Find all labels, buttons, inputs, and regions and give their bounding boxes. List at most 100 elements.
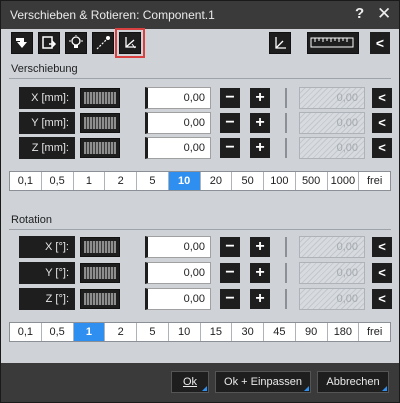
translation-row-z: Z [mm]: 0,00 − + 0,00 < bbox=[1, 137, 399, 159]
translation-row-y: Y [mm]: 0,00 − + 0,00 < bbox=[1, 112, 399, 134]
translation-step-option[interactable]: 0,5 bbox=[42, 172, 74, 190]
translation-step-option[interactable]: 100 bbox=[264, 172, 296, 190]
divider bbox=[9, 229, 391, 230]
translation-step-option[interactable]: 2 bbox=[105, 172, 137, 190]
axis-label: Y [°]: bbox=[19, 262, 75, 284]
reference-value-field: 0,00 bbox=[299, 288, 365, 310]
divider bbox=[9, 78, 391, 79]
thumbwheel[interactable] bbox=[80, 263, 120, 283]
back-arrow-icon[interactable]: < bbox=[372, 113, 392, 133]
translation-row-x: X [mm]: 0,00 − + 0,00 < bbox=[1, 87, 399, 109]
axis-system-icon[interactable] bbox=[115, 28, 145, 58]
reference-value-field: 0,00 bbox=[299, 236, 365, 258]
collapse-icon[interactable]: < bbox=[370, 32, 390, 54]
increment-button[interactable]: + bbox=[250, 88, 270, 108]
increment-button[interactable]: + bbox=[250, 263, 270, 283]
thumbwheel[interactable] bbox=[80, 289, 120, 309]
rotation-row-y: Y [°]: 0,00 − + 0,00 < bbox=[1, 262, 399, 284]
separator bbox=[285, 88, 287, 108]
help-icon[interactable]: ? bbox=[355, 5, 364, 22]
axis-label: Y [mm]: bbox=[19, 112, 75, 134]
increment-button[interactable]: + bbox=[250, 138, 270, 158]
translation-step-option[interactable]: 1 bbox=[74, 172, 106, 190]
value-input[interactable]: 0,00 bbox=[145, 262, 211, 284]
rotation-step-option[interactable]: 90 bbox=[296, 323, 328, 341]
rotation-step-option[interactable]: 5 bbox=[137, 323, 169, 341]
translation-header: Verschiebung bbox=[11, 63, 78, 75]
rotation-step-option[interactable]: 180 bbox=[328, 323, 360, 341]
separator bbox=[285, 138, 287, 158]
thumbwheel[interactable] bbox=[80, 237, 120, 257]
separator bbox=[285, 263, 287, 283]
rotation-step-option[interactable]: 45 bbox=[264, 323, 296, 341]
rotation-step-option[interactable]: 15 bbox=[201, 323, 233, 341]
translation-step-option[interactable]: 1000 bbox=[328, 172, 360, 190]
decrement-button[interactable]: − bbox=[220, 237, 240, 257]
ruler-icon[interactable] bbox=[307, 32, 359, 54]
back-arrow-icon[interactable]: < bbox=[372, 88, 392, 108]
translation-step-option[interactable]: 0,1 bbox=[10, 172, 42, 190]
ok-label: Ok bbox=[182, 376, 198, 388]
close-icon[interactable]: ✕ bbox=[377, 4, 391, 24]
value-input[interactable]: 0,00 bbox=[145, 288, 211, 310]
window-title: Verschieben & Rotieren: Component.1 bbox=[10, 8, 215, 22]
separator bbox=[285, 237, 287, 257]
thumbwheel[interactable] bbox=[80, 88, 120, 108]
back-arrow-icon[interactable]: < bbox=[372, 237, 392, 257]
axis-label: X [mm]: bbox=[19, 87, 75, 109]
decrement-button[interactable]: − bbox=[220, 289, 240, 309]
back-arrow-icon[interactable]: < bbox=[372, 138, 392, 158]
decrement-button[interactable]: − bbox=[220, 113, 240, 133]
rotation-row-z: Z [°]: 0,00 − + 0,00 < bbox=[1, 288, 399, 310]
axis-label: X [°]: bbox=[19, 236, 75, 258]
rotation-step-option[interactable]: 0,5 bbox=[42, 323, 74, 341]
decrement-button[interactable]: − bbox=[220, 88, 240, 108]
toolbar: < bbox=[1, 28, 399, 59]
rotation-step-selector: 0,1 0,5 1 2 5 10 15 30 45 90 180 frei bbox=[9, 322, 391, 342]
back-arrow-icon[interactable]: < bbox=[372, 289, 392, 309]
move-rotate-dialog: Verschieben & Rotieren: Component.1 ? ✕ … bbox=[0, 0, 400, 403]
align-icon[interactable] bbox=[38, 32, 60, 54]
rotation-step-option[interactable]: frei bbox=[359, 323, 390, 341]
thumbwheel[interactable] bbox=[80, 138, 120, 158]
decrement-button[interactable]: − bbox=[220, 138, 240, 158]
cancel-button[interactable]: Abbrechen bbox=[317, 371, 389, 393]
decrement-button[interactable]: − bbox=[220, 263, 240, 283]
translation-step-option[interactable]: 50 bbox=[232, 172, 264, 190]
back-arrow-icon[interactable]: < bbox=[372, 263, 392, 283]
translation-step-option[interactable]: 20 bbox=[201, 172, 233, 190]
rotation-row-x: X [°]: 0,00 − + 0,00 < bbox=[1, 236, 399, 258]
increment-button[interactable]: + bbox=[250, 289, 270, 309]
ok-fit-label: Ok + Einpassen bbox=[224, 376, 302, 388]
rotation-step-option[interactable]: 0,1 bbox=[10, 323, 42, 341]
translation-step-option[interactable]: 500 bbox=[296, 172, 328, 190]
reference-value-field: 0,00 bbox=[299, 87, 365, 109]
rotation-step-option[interactable]: 10 bbox=[169, 323, 201, 341]
increment-button[interactable]: + bbox=[250, 113, 270, 133]
separator bbox=[285, 113, 287, 133]
reference-value-field: 0,00 bbox=[299, 112, 365, 134]
axis-label: Z [°]: bbox=[19, 288, 75, 310]
reference-value-field: 0,00 bbox=[299, 137, 365, 159]
increment-button[interactable]: + bbox=[250, 237, 270, 257]
translation-step-option[interactable]: 5 bbox=[137, 172, 169, 190]
translation-step-option[interactable]: 10 bbox=[168, 172, 201, 190]
value-input[interactable]: 0,00 bbox=[145, 236, 211, 258]
point-move-icon[interactable] bbox=[92, 32, 114, 54]
ok-button[interactable]: Ok bbox=[171, 371, 209, 393]
coordinate-axes-icon[interactable] bbox=[269, 32, 291, 54]
thumbwheel[interactable] bbox=[80, 113, 120, 133]
ok-fit-button[interactable]: Ok + Einpassen bbox=[215, 371, 311, 393]
value-input[interactable]: 0,00 bbox=[145, 87, 211, 109]
rotation-step-option[interactable]: 2 bbox=[105, 323, 137, 341]
reference-value-field: 0,00 bbox=[299, 262, 365, 284]
move-component-icon[interactable] bbox=[11, 32, 33, 54]
lightbulb-icon[interactable] bbox=[65, 32, 87, 54]
separator bbox=[285, 289, 287, 309]
value-input[interactable]: 0,00 bbox=[145, 137, 211, 159]
cancel-label: Abbrechen bbox=[326, 376, 380, 388]
value-input[interactable]: 0,00 bbox=[145, 112, 211, 134]
rotation-step-option[interactable]: 30 bbox=[232, 323, 264, 341]
translation-step-option[interactable]: frei bbox=[359, 172, 390, 190]
rotation-step-option[interactable]: 1 bbox=[73, 323, 106, 341]
